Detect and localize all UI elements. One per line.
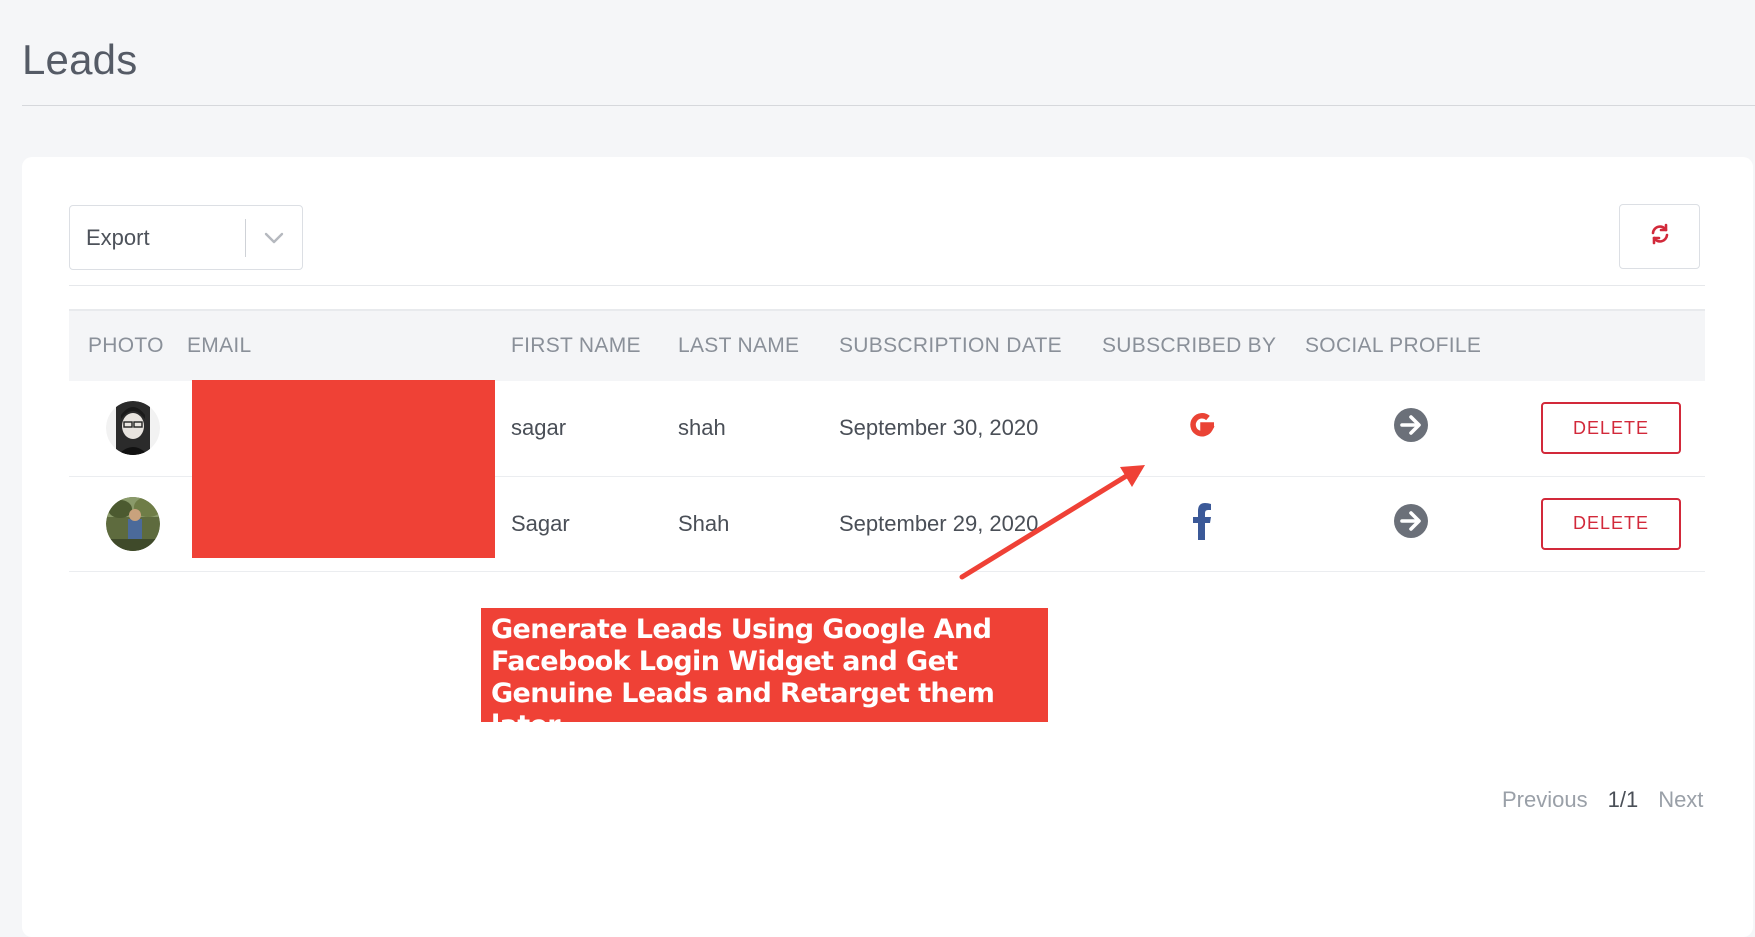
- google-icon: [1184, 413, 1220, 448]
- action-cell: DELETE: [1517, 381, 1705, 477]
- header-social-profile: SOCIAL PROFILE: [1305, 334, 1482, 357]
- photo-cell: [69, 476, 187, 572]
- arrow-right-circle-icon[interactable]: [1393, 503, 1429, 544]
- delete-button[interactable]: DELETE: [1541, 402, 1681, 455]
- header-email: EMAIL: [187, 334, 252, 357]
- last-name-cell: Shah: [678, 476, 839, 572]
- pagination: Previous 1/1 Next: [1502, 787, 1703, 813]
- refresh-icon: [1648, 222, 1672, 251]
- pagination-previous[interactable]: Previous: [1502, 787, 1588, 813]
- toolbar-divider: [69, 285, 1705, 286]
- first-name-cell: sagar: [511, 381, 678, 477]
- subscription-date-cell: September 30, 2020: [839, 381, 1098, 477]
- table-header-row: PHOTO EMAIL FIRST NAME LAST NAME SUBSCRI…: [69, 310, 1705, 381]
- action-cell: DELETE: [1517, 476, 1705, 572]
- last-name-cell: shah: [678, 381, 839, 477]
- chevron-down-icon[interactable]: [246, 206, 302, 269]
- delete-button[interactable]: DELETE: [1541, 497, 1681, 550]
- header-photo: PHOTO: [88, 334, 164, 357]
- facebook-icon: [1191, 502, 1213, 545]
- header-last-name: LAST NAME: [678, 334, 800, 357]
- social-profile-cell: [1305, 381, 1517, 477]
- avatar: [106, 496, 160, 551]
- subscribed-by-cell: [1098, 381, 1305, 477]
- first-name-cell: Sagar: [511, 476, 678, 572]
- header-actions: [1517, 310, 1705, 381]
- email-redaction-overlay: [192, 380, 495, 558]
- title-divider: [22, 105, 1755, 106]
- refresh-button[interactable]: [1619, 204, 1700, 269]
- pagination-page-indicator: 1/1: [1607, 787, 1639, 812]
- header-subscribed-by: SUBSCRIBED BY: [1102, 334, 1277, 357]
- arrow-right-circle-icon[interactable]: [1393, 408, 1429, 448]
- social-profile-cell: [1305, 476, 1517, 572]
- export-select[interactable]: Export: [69, 205, 303, 270]
- annotation-callout: Generate Leads Using Google And Facebook…: [481, 608, 1048, 741]
- avatar: [106, 401, 160, 456]
- photo-cell: [69, 381, 187, 477]
- export-select-value: Export: [86, 224, 150, 250]
- header-subscription-date: SUBSCRIPTION DATE: [839, 334, 1062, 357]
- page-title: Leads: [22, 36, 138, 83]
- annotation-arrow: [959, 465, 1145, 580]
- pagination-next[interactable]: Next: [1658, 787, 1703, 813]
- header-first-name: FIRST NAME: [511, 334, 641, 357]
